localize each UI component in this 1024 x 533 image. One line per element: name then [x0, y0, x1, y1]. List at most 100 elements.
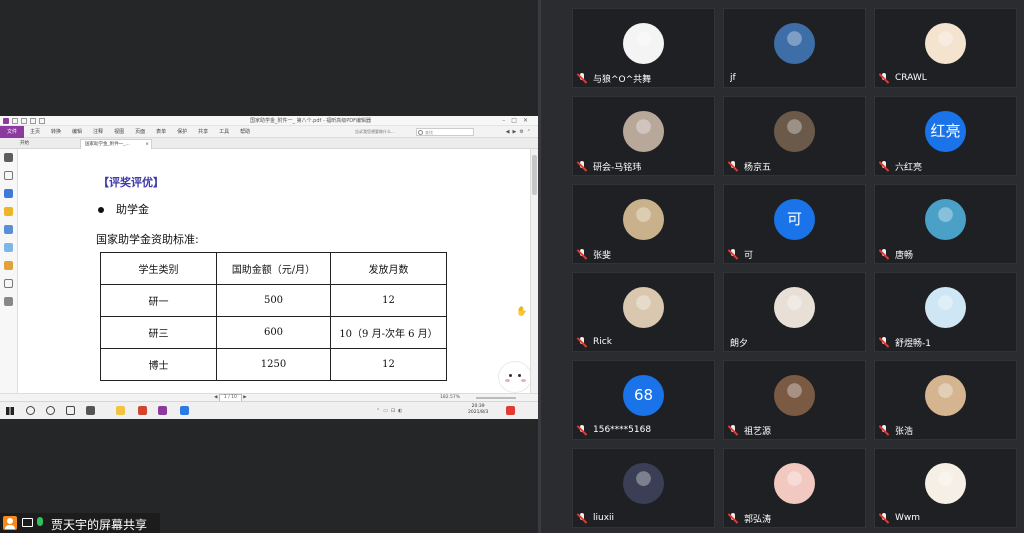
tab-start[interactable]: 开始	[16, 139, 76, 149]
print-icon[interactable]	[21, 118, 27, 124]
participant-name: 祖艺源	[744, 426, 772, 437]
folder-icon[interactable]	[116, 406, 125, 415]
participant-tile[interactable]: 唐畅	[874, 184, 1017, 264]
office-icon[interactable]	[138, 406, 147, 415]
participant-avatar	[925, 23, 966, 64]
participant-name: CRAWL	[895, 73, 927, 83]
mic-muted-icon	[577, 249, 587, 259]
menu-item[interactable]: 页面	[135, 126, 145, 138]
ribbon-menus: 主页 转换 编辑 注释 视图 页面 表单 保护 共享 工具 帮助	[30, 126, 250, 138]
participant-tile[interactable]: 张浩	[874, 360, 1017, 440]
app-icon[interactable]	[86, 406, 95, 415]
participant-name: 舒煜畅-1	[895, 338, 931, 349]
table-row: 研三 600 10（9 月-次年 6 月）	[100, 316, 447, 349]
participant-tile[interactable]: Wwm	[874, 448, 1017, 528]
hand-icon[interactable]	[4, 153, 13, 162]
participant-namebar: 可	[728, 247, 753, 261]
participant-tile[interactable]: 郭弘涛	[723, 448, 866, 528]
participant-namebar: 朗夕	[728, 335, 748, 349]
presenter-label: 贾天宇的屏幕共享	[51, 518, 148, 532]
menu-item[interactable]: 主页	[30, 126, 40, 138]
search-input[interactable]: 查找	[416, 128, 474, 136]
menu-item[interactable]: 工具	[219, 126, 229, 138]
layers-icon[interactable]	[4, 225, 13, 234]
notification-icon[interactable]	[506, 406, 515, 415]
lock-icon[interactable]	[4, 261, 13, 270]
fields-icon[interactable]	[4, 279, 13, 288]
participant-avatar	[925, 199, 966, 240]
standard-label: 国家助学金资助标准:	[96, 233, 199, 246]
save-icon[interactable]	[12, 118, 18, 124]
participant-avatar	[623, 23, 664, 64]
attachment-icon[interactable]	[4, 243, 13, 252]
zoom-slider[interactable]	[476, 397, 516, 399]
menu-item[interactable]: 注释	[93, 126, 103, 138]
participant-tile[interactable]: 张斐	[572, 184, 715, 264]
participant-tile[interactable]: jf	[723, 8, 866, 88]
system-tray[interactable]: ⌃▭⊡◐	[376, 408, 405, 414]
comment-icon[interactable]	[4, 207, 13, 216]
shared-screen-area: 国家助学金_附件一_ 第八个.pdf - 福昕高级PDF编辑器 –□✕ 文件 主…	[0, 0, 538, 533]
participant-avatar	[623, 287, 664, 328]
windows-start-icon[interactable]	[6, 407, 14, 415]
participant-avatar	[774, 111, 815, 152]
avatar-initials: 68	[633, 386, 654, 404]
pages-icon[interactable]	[4, 171, 13, 180]
menu-item[interactable]: 视图	[114, 126, 124, 138]
participant-name: 可	[744, 250, 754, 261]
participant-tile[interactable]: 研会-马铭玮	[572, 96, 715, 176]
menu-item[interactable]: 保护	[177, 126, 187, 138]
participant-namebar: Rick	[577, 335, 612, 349]
mic-muted-icon	[577, 161, 587, 171]
window-controls[interactable]: –□✕	[502, 117, 534, 124]
cortana-icon[interactable]	[46, 406, 55, 415]
pdf-app-icon	[3, 118, 9, 124]
participant-tile[interactable]: 朗夕	[723, 272, 866, 352]
participant-tile[interactable]: 可可	[723, 184, 866, 264]
participant-avatar	[774, 287, 815, 328]
window-title: 国家助学金_附件一_ 第八个.pdf - 福昕高级PDF编辑器	[250, 118, 372, 124]
participant-tile[interactable]: 杨京五	[723, 96, 866, 176]
scrollbar-thumb[interactable]	[532, 155, 537, 195]
file-tab[interactable]: 文件	[0, 126, 24, 138]
tab-document[interactable]: 国家助学金_附件一_... ×	[80, 139, 152, 149]
participant-namebar: Wwm	[879, 511, 920, 525]
pdf-editor-icon[interactable]	[158, 406, 167, 415]
participant-name: Rick	[593, 337, 612, 347]
menu-item[interactable]: 共享	[198, 126, 208, 138]
redo-icon[interactable]	[39, 118, 45, 124]
participant-tile[interactable]: liuxii	[572, 448, 715, 528]
participant-tile[interactable]: 与狼^O^共舞	[572, 8, 715, 88]
undo-icon[interactable]	[30, 118, 36, 124]
menu-item[interactable]: 编辑	[72, 126, 82, 138]
mic-muted-icon	[577, 73, 587, 83]
menu-item[interactable]: 转换	[51, 126, 61, 138]
participant-tile[interactable]: Rick	[572, 272, 715, 352]
screen-share-indicator: 贾天宇的屏幕共享	[0, 513, 160, 533]
meeting-app-icon[interactable]	[180, 406, 189, 415]
participant-namebar: liuxii	[577, 511, 614, 525]
mic-muted-icon	[879, 73, 889, 83]
ribbon-right-icons[interactable]: ◀▶⚙⌃	[506, 129, 534, 135]
search-icon[interactable]	[26, 406, 35, 415]
mic-muted-icon	[577, 425, 587, 435]
vertical-scrollbar[interactable]	[530, 149, 538, 401]
bookmark-icon[interactable]	[4, 189, 13, 198]
participant-tile[interactable]: CRAWL	[874, 8, 1017, 88]
tell-me-hint[interactable]: 告诉我您想要做什么...	[355, 126, 395, 138]
participant-tile[interactable]: 舒煜畅-1	[874, 272, 1017, 352]
taskbar-clock[interactable]: 20:39 2021/8/3	[468, 404, 488, 416]
participant-tile[interactable]: 祖艺源	[723, 360, 866, 440]
signature-icon[interactable]	[4, 297, 13, 306]
participant-name: 朗夕	[730, 338, 749, 349]
task-view-icon[interactable]	[66, 406, 75, 415]
participant-avatar	[623, 463, 664, 504]
participant-namebar: 六红亮	[879, 159, 922, 173]
participant-tile[interactable]: 68 156****5168	[572, 360, 715, 440]
participant-name: 与狼^O^共舞	[593, 74, 652, 85]
avatar-initials: 红亮	[930, 122, 961, 140]
menu-item[interactable]: 帮助	[240, 126, 250, 138]
menu-item[interactable]: 表单	[156, 126, 166, 138]
participant-tile[interactable]: 红亮六红亮	[874, 96, 1017, 176]
table-cell: 研三	[100, 316, 217, 349]
